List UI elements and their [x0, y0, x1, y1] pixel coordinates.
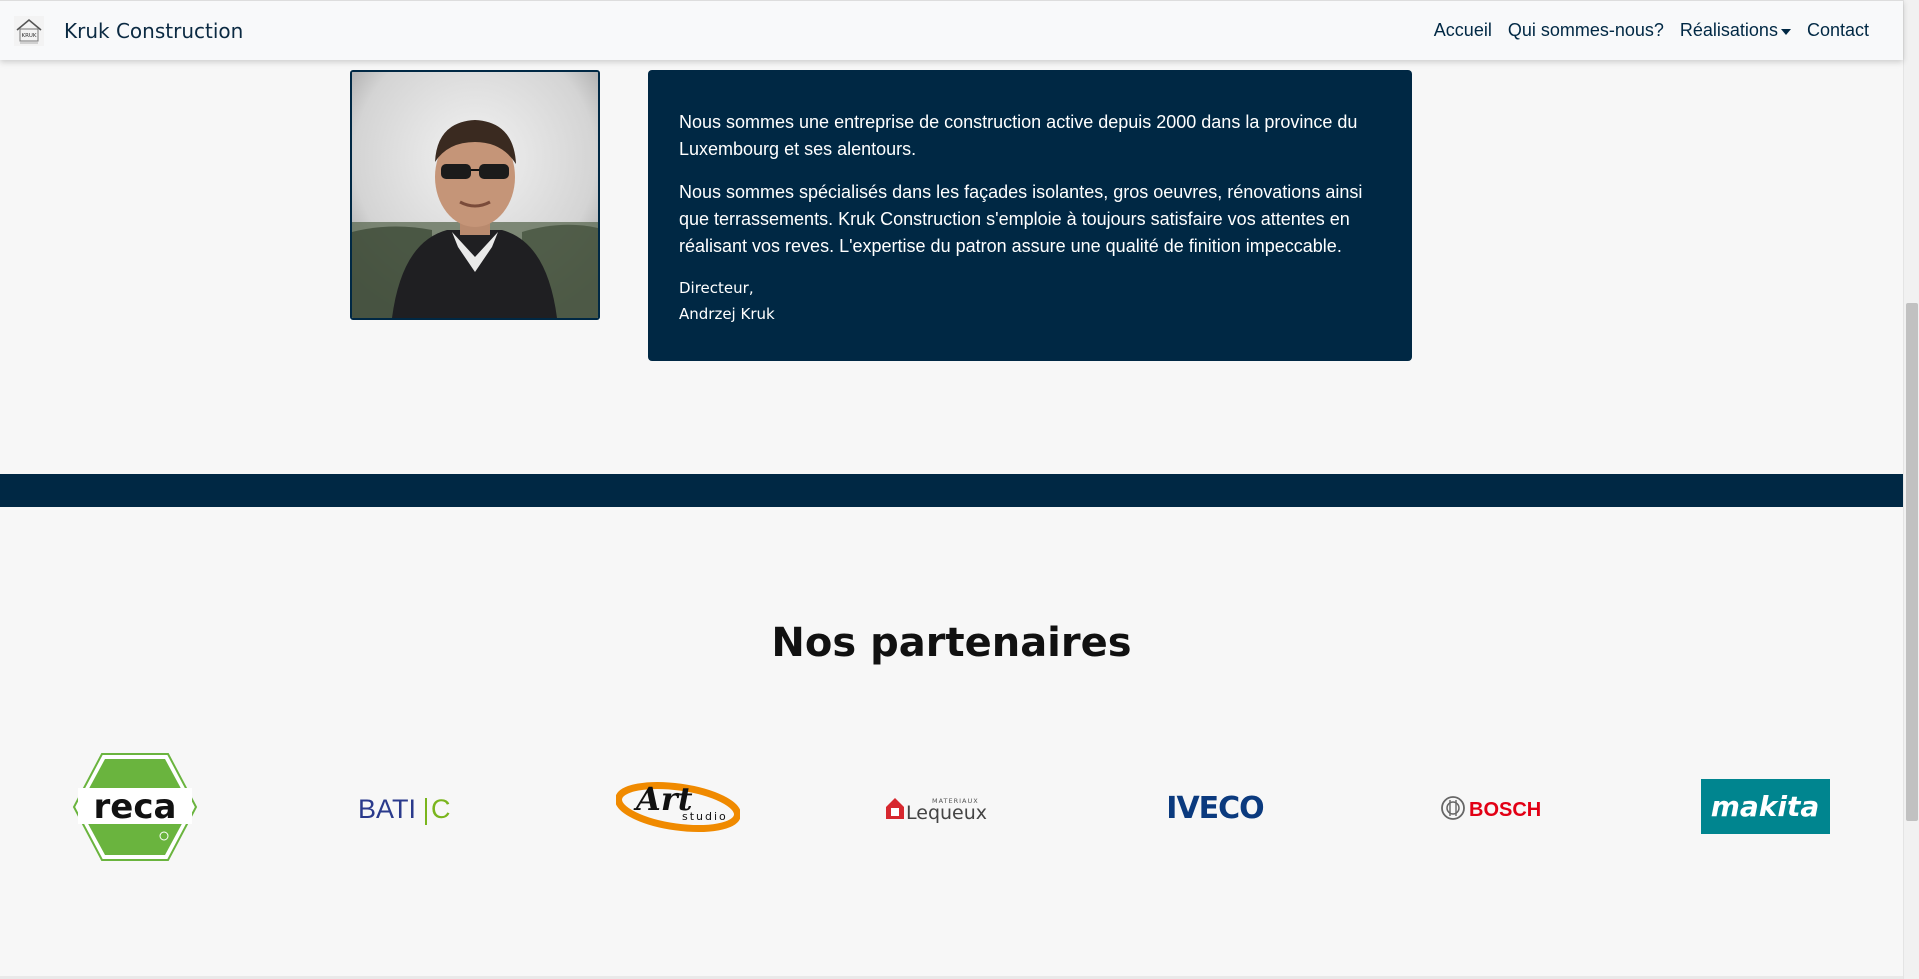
art-logo-text-b: studio — [682, 810, 728, 823]
partner-logo-art-studio[interactable]: Art studio — [616, 776, 740, 834]
director-photo-image — [352, 72, 598, 318]
partners-heading: Nos partenaires — [771, 620, 1132, 666]
nav-qui-sommes-nous[interactable]: Qui sommes-nous? — [1500, 20, 1672, 41]
partner-logo-makita[interactable]: makita — [1701, 779, 1830, 834]
main-nav: Accueil Qui sommes-nous? Réalisations Co… — [1426, 1, 1877, 60]
nav-accueil[interactable]: Accueil — [1426, 20, 1500, 41]
about-paragraph-2: Nous sommes spécialisés dans les façades… — [679, 182, 1363, 256]
section-divider-band — [0, 474, 1903, 507]
signature-name: Andrzej Kruk — [679, 305, 775, 323]
page-scrollbar[interactable] — [1903, 0, 1919, 979]
iveco-logo-text: IVECO — [1166, 792, 1263, 824]
logo-text: KRUK — [21, 33, 36, 39]
director-portrait — [350, 70, 600, 320]
nav-realisations-dropdown[interactable]: Réalisations — [1672, 20, 1799, 41]
batic-logo-text-a: BATI — [358, 794, 416, 824]
partner-logo-bosch[interactable]: BOSCH — [1440, 794, 1546, 822]
lequeux-logo-text: Lequeux — [906, 802, 987, 823]
brand-name[interactable]: Kruk Construction — [64, 19, 243, 43]
partner-logo-lequeux[interactable]: MATERIAUX Lequeux — [884, 793, 1016, 823]
house-logo-icon: KRUK — [14, 15, 44, 46]
partner-logo-reca[interactable]: reca — [72, 752, 198, 862]
makita-logo-text: makita — [1711, 790, 1820, 823]
reca-logo-text: reca — [94, 787, 177, 827]
nav-contact[interactable]: Contact — [1799, 20, 1877, 41]
nav-realisations-label: Réalisations — [1679, 20, 1778, 40]
caret-down-icon — [1780, 28, 1791, 35]
about-card: Nous sommes une entreprise de constructi… — [648, 70, 1412, 361]
partner-logo-iveco[interactable]: IVECO — [1158, 792, 1272, 824]
partner-logo-batic[interactable]: BATI C — [356, 790, 456, 826]
batic-logo-text-b: C — [431, 794, 451, 824]
top-navbar: KRUK Kruk Construction Accueil Qui somme… — [0, 0, 1903, 60]
bosch-logo-text: BOSCH — [1469, 799, 1541, 821]
about-paragraph-1: Nous sommes une entreprise de constructi… — [679, 112, 1358, 159]
scrollbar-thumb[interactable] — [1906, 303, 1918, 821]
signature-role: Directeur, — [679, 279, 754, 297]
brand-link[interactable]: KRUK Kruk Construction — [14, 1, 243, 60]
